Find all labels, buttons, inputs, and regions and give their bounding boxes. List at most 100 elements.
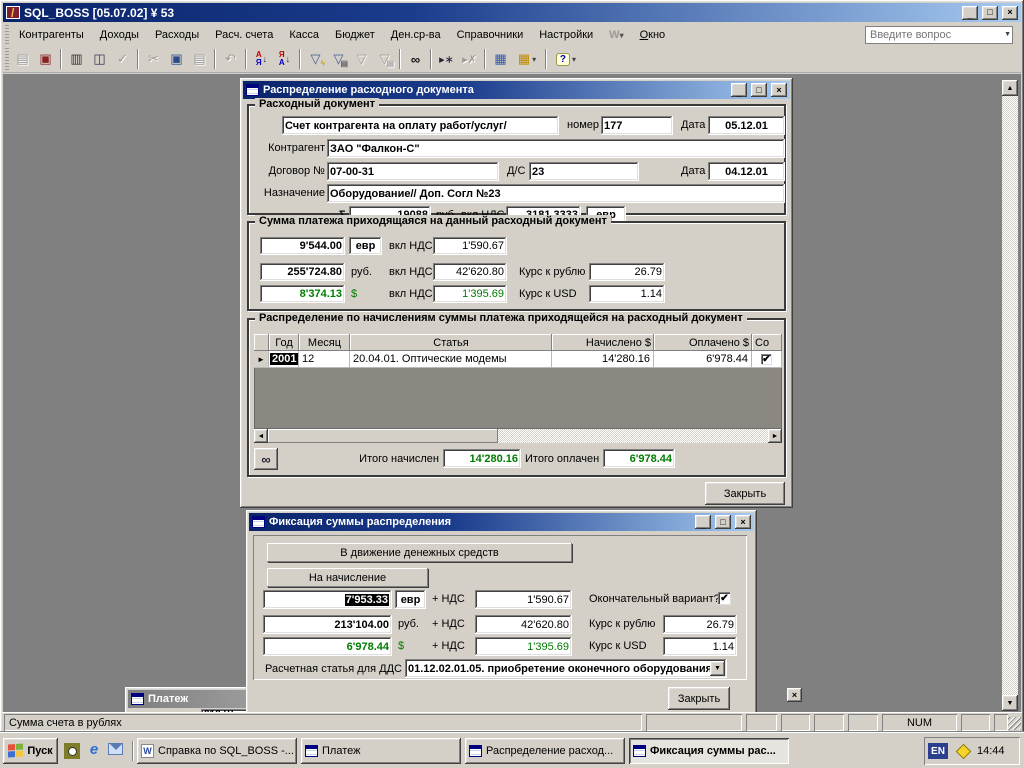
ask-question-combo[interactable]: ▼	[865, 26, 1013, 44]
accrued-header[interactable]: Начислено $	[552, 334, 654, 351]
minimize-button[interactable]: _	[962, 6, 978, 20]
task-fixation[interactable]: Фиксация суммы рас...	[629, 738, 789, 764]
close-dialog-button[interactable]: Закрыть	[705, 482, 785, 505]
rate-usd-field[interactable]: 1.14	[663, 637, 737, 656]
sort-ascending-icon[interactable]: АЯ ↓	[250, 48, 273, 70]
menu-kontragenty[interactable]: Контрагенты	[11, 26, 92, 44]
paid-cell[interactable]: 6'978.44	[654, 351, 752, 368]
delete-record-icon[interactable]: ▸✗	[458, 48, 481, 70]
sort-descending-icon[interactable]: ЯА ↓	[273, 48, 296, 70]
help-icon[interactable]: ?▾	[550, 48, 582, 70]
filter-by-form-icon[interactable]: ▽▤	[327, 48, 350, 70]
evr-box[interactable]: евр	[395, 590, 426, 609]
menu-okno[interactable]: Окно	[632, 26, 674, 44]
new-object-icon[interactable]: ▦▾	[512, 48, 542, 70]
tray-clock[interactable]: 14:44	[977, 745, 1005, 757]
year-cell[interactable]: 2001	[269, 351, 299, 368]
number-field[interactable]: 177	[601, 116, 673, 135]
vat-usd-field[interactable]: 1'395.69	[475, 637, 572, 656]
dialog-minimize-button[interactable]: _	[731, 83, 747, 97]
dds-article-combo[interactable]: 01.12.02.01.05. приобретение оконечного …	[405, 659, 727, 678]
menu-rashody[interactable]: Расходы	[147, 26, 207, 44]
menu-kassa[interactable]: Касса	[281, 26, 327, 44]
mdi-vertical-scrollbar[interactable]: ▲ ▼	[1002, 80, 1018, 711]
rate-rub-field[interactable]: 26.79	[589, 263, 665, 281]
vat-usd-field[interactable]: 1'395.69	[433, 285, 507, 303]
agreed-cell[interactable]: ✔	[752, 351, 782, 368]
new-record-icon[interactable]: ▸∗	[435, 48, 458, 70]
scrollbar-thumb[interactable]	[268, 429, 498, 443]
menu-spravochniki[interactable]: Справочники	[449, 26, 532, 44]
database-search-icon[interactable]: ▣	[34, 48, 57, 70]
ask-question-input[interactable]	[865, 26, 1013, 44]
internet-explorer-icon[interactable]: e	[86, 741, 102, 759]
year-header[interactable]: Год	[269, 334, 299, 351]
rate-rub-field[interactable]: 26.79	[663, 615, 737, 634]
dialog-close-button[interactable]: ×	[735, 515, 751, 529]
close-button[interactable]: ×	[1002, 6, 1018, 20]
amount-usd-field[interactable]: 6'978.44	[263, 637, 392, 656]
menu-rasch-scheta[interactable]: Расч. счета	[207, 26, 281, 44]
save-icon[interactable]: ▤	[11, 48, 34, 70]
vat-evr-field[interactable]: 1'590.67	[475, 590, 572, 609]
combo-dropdown-icon[interactable]: ▼	[710, 661, 725, 676]
dialog-maximize-button[interactable]: □	[751, 83, 767, 97]
accrued-cell[interactable]: 14'280.16	[552, 351, 654, 368]
evr-box[interactable]: евр	[349, 237, 382, 255]
amount-rub-field[interactable]: 255'724.80	[260, 263, 345, 281]
amount-evr-field[interactable]: 7'953.33	[263, 590, 392, 609]
scrollbar-track[interactable]	[498, 429, 768, 443]
task-help-sqlboss[interactable]: W Справка по SQL_BOSS -...	[137, 738, 297, 764]
language-indicator[interactable]: EN	[928, 743, 948, 759]
undo-icon[interactable]: ↶	[219, 48, 242, 70]
scroll-up-icon[interactable]: ▲	[1002, 80, 1018, 96]
copy-icon[interactable]: ▣	[165, 48, 188, 70]
scroll-right-icon[interactable]: ►	[768, 429, 782, 443]
database-window-icon[interactable]: ▦	[489, 48, 512, 70]
filter-icon[interactable]: ▽	[350, 48, 373, 70]
vat-rub-field[interactable]: 42'620.80	[433, 263, 507, 281]
tray-notes-icon[interactable]	[956, 743, 972, 759]
background-window-close-icon[interactable]: ×	[787, 688, 802, 702]
amount-usd-field[interactable]: 8'374.13	[260, 285, 345, 303]
agreed-checkbox[interactable]: ✔	[761, 354, 772, 365]
month-cell[interactable]: 12	[299, 351, 350, 368]
scroll-left-icon[interactable]: ◄	[254, 429, 268, 443]
month-header[interactable]: Месяц	[299, 334, 350, 351]
cut-icon[interactable]: ✂	[142, 48, 165, 70]
to-accrual-button[interactable]: На начисление	[267, 568, 428, 587]
menu-den-sredstva[interactable]: Ден.ср-ва	[383, 26, 449, 44]
task-payment[interactable]: Платеж	[301, 738, 461, 764]
article-header[interactable]: Статья	[350, 334, 552, 351]
menubar-grip[interactable]	[5, 25, 9, 44]
task-distribution[interactable]: Распределение расход...	[465, 738, 625, 764]
ds-field[interactable]: 23	[529, 162, 639, 181]
print-preview-icon[interactable]: ◫	[88, 48, 111, 70]
toolbar-grip[interactable]	[5, 48, 9, 70]
paste-icon[interactable]: ▤	[188, 48, 211, 70]
contract-field[interactable]: 07-00-31	[327, 162, 499, 181]
contractor-field[interactable]: ЗАО "Фалкон-С"	[327, 139, 785, 158]
clock-quicklaunch-icon[interactable]	[64, 743, 80, 759]
amount-evr-field[interactable]: 9'544.00	[260, 237, 345, 255]
document-type-field[interactable]: Счет контрагента на оплату работ/услуг/	[282, 116, 559, 135]
start-button[interactable]: Пуск	[3, 738, 58, 764]
rate-usd-field[interactable]: 1.14	[589, 285, 665, 303]
outlook-icon[interactable]	[108, 743, 123, 755]
app-titlebar[interactable]: SQL_BOSS [05.07.02] ¥ 53 _ □ ×	[3, 3, 1021, 22]
article-cell[interactable]: 20.04.01. Оптические модемы	[350, 351, 552, 368]
vat-evr-field[interactable]: 1'590.67	[433, 237, 507, 255]
date2-field[interactable]: 04.12.01	[708, 162, 785, 181]
dialog-minimize-button[interactable]: _	[695, 515, 711, 529]
office-links-icon[interactable]: W▾	[601, 26, 631, 44]
ask-dropdown-icon[interactable]: ▼	[1004, 31, 1011, 38]
purpose-field[interactable]: Оборудование// Доп. Согл №23	[327, 184, 785, 203]
resize-grip[interactable]	[1008, 717, 1021, 730]
total-paid-field[interactable]: 6'978.44	[603, 449, 675, 468]
final-variant-checkbox[interactable]: ✔	[718, 592, 731, 605]
filter-by-selection-icon[interactable]: ▽ϟ	[304, 48, 327, 70]
paid-header[interactable]: Оплачено $	[654, 334, 752, 351]
vat-rub-field[interactable]: 42'620.80	[475, 615, 572, 634]
spelling-icon[interactable]: ✓	[111, 48, 134, 70]
close-dialog-button[interactable]: Закрыть	[668, 687, 730, 710]
